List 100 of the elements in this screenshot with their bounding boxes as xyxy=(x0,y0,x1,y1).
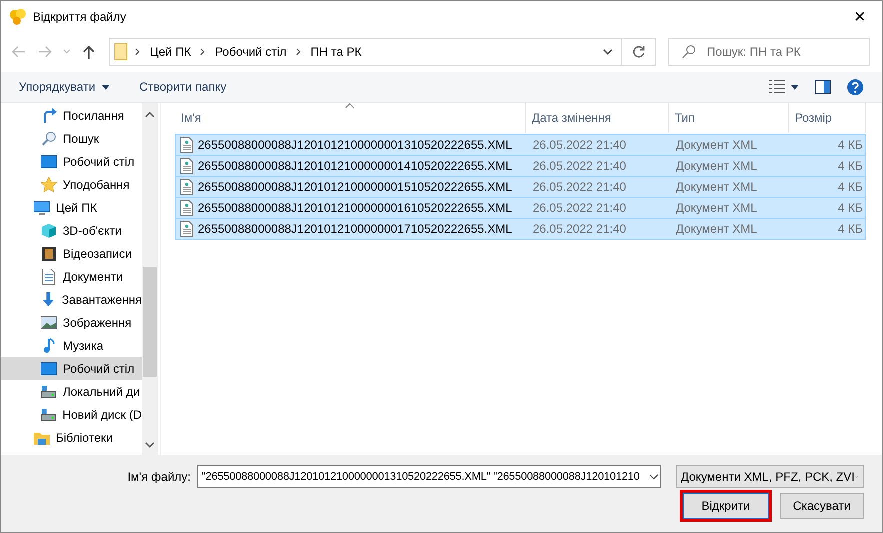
file-name: 26550088000088J1201012100000001610520222655.XML xyxy=(198,201,512,215)
app-icon xyxy=(9,8,27,26)
file-size: 4 КБ xyxy=(837,201,864,215)
nav-item[interactable]: Музика xyxy=(1,334,142,357)
music-note-icon xyxy=(41,338,57,354)
organize-button[interactable]: Упорядкувати xyxy=(11,76,118,98)
nav-item[interactable]: Робочий стіл xyxy=(1,357,142,380)
filename-field[interactable]: "26550088000088J1201012100000001310520222655.XML" "26550088000088J120101210 xyxy=(197,465,661,488)
file-row[interactable]: 26550088000088J1201012100000001610520222655.XML 26.05.2022 21:40 Документ XML 4 КБ xyxy=(175,197,866,219)
nav-label: Бібліотеки xyxy=(56,430,113,444)
file-type: Документ XML xyxy=(675,159,758,173)
nav-item[interactable]: Цей ПК xyxy=(1,196,142,219)
caret-icon xyxy=(63,49,71,55)
xml-file-icon xyxy=(180,200,194,216)
scroll-down-icon[interactable] xyxy=(145,441,155,449)
nav-item[interactable]: Уподобання xyxy=(1,173,142,196)
file-date: 26.05.2022 21:40 xyxy=(532,138,628,152)
file-size: 4 КБ xyxy=(837,138,864,152)
window-title: Відкриття файлу xyxy=(33,10,128,24)
nav-label: Посилання xyxy=(63,108,124,122)
close-button[interactable]: ✕ xyxy=(838,2,882,32)
file-row[interactable]: 26550088000088J1201012100000001310520222655.XML 26.05.2022 21:40 Документ XML 4 КБ xyxy=(175,134,866,156)
star-icon xyxy=(41,176,57,192)
nav-label: Музика xyxy=(63,338,104,352)
document-icon xyxy=(41,268,57,284)
scrollbar-thumb[interactable] xyxy=(143,267,157,377)
nav-item[interactable]: Пошук xyxy=(1,127,142,150)
column-header[interactable]: Дата змінення xyxy=(526,103,669,133)
nav-item[interactable]: Робочий стіл xyxy=(1,150,142,173)
new-folder-button[interactable]: Створити папку xyxy=(132,76,235,98)
cancel-button[interactable]: Скасувати xyxy=(780,493,864,519)
computer-icon xyxy=(34,200,50,216)
scroll-up-icon[interactable] xyxy=(145,111,155,119)
nav-label: Пошук xyxy=(63,132,100,146)
file-date: 26.05.2022 21:40 xyxy=(532,159,628,173)
file-size: 4 КБ xyxy=(837,222,864,236)
nav-item[interactable]: 3D-об'єкти xyxy=(1,219,142,242)
image-icon xyxy=(41,314,57,330)
caret-icon xyxy=(102,84,110,90)
file-size: 4 КБ xyxy=(837,180,864,194)
drive-icon xyxy=(41,384,57,400)
search-icon xyxy=(682,45,696,59)
caret-icon xyxy=(603,49,613,55)
file-name: 26550088000088J1201012100000001310520222655.XML xyxy=(198,138,512,152)
up-arrow-icon xyxy=(82,45,96,59)
file-type: Документ XML xyxy=(675,180,758,194)
list-view-icon xyxy=(769,80,785,94)
nav-label: Робочий стіл xyxy=(63,362,135,376)
nav-item[interactable]: Новий диск (D xyxy=(1,403,142,426)
xml-file-icon xyxy=(180,179,194,195)
sort-ascending-icon xyxy=(345,103,355,109)
nav-label: Завантаження xyxy=(62,292,142,306)
nav-label: Документи xyxy=(63,270,123,284)
monitor-icon xyxy=(41,154,57,170)
search-field[interactable]: Пошук: ПН та РК xyxy=(668,38,870,66)
file-type: Документ XML xyxy=(675,222,758,236)
nav-item[interactable]: Зображення xyxy=(1,311,142,334)
nav-label: Локальний ди xyxy=(63,384,140,398)
folder-icon xyxy=(114,43,128,61)
column-header[interactable]: Ім'я xyxy=(175,103,526,133)
file-row[interactable]: 26550088000088J1201012100000001510520222655.XML 26.05.2022 21:40 Документ XML 4 КБ xyxy=(175,176,866,198)
open-button[interactable]: Відкрити xyxy=(683,493,769,519)
nav-label: Новий диск (D xyxy=(62,408,142,422)
file-type-dropdown[interactable]: Документи XML, PFZ, PCK, ZVI xyxy=(676,465,864,488)
nav-item[interactable]: Локальний ди xyxy=(1,380,142,403)
caret-icon xyxy=(791,84,799,90)
xml-file-icon xyxy=(180,158,194,174)
file-name: 26550088000088J1201012100000001710520222655.XML xyxy=(198,222,512,236)
file-name: 26550088000088J1201012100000001510520222655.XML xyxy=(198,180,512,194)
breadcrumb[interactable]: Цей ПК xyxy=(148,45,194,59)
file-row[interactable]: 26550088000088J1201012100000001710520222655.XML 26.05.2022 21:40 Документ XML 4 КБ xyxy=(175,218,866,240)
film-icon xyxy=(41,246,57,262)
nav-label: Робочий стіл xyxy=(63,154,135,168)
nav-item[interactable]: Посилання xyxy=(1,104,142,127)
xml-file-icon xyxy=(180,137,194,153)
back-arrow-icon xyxy=(12,45,26,59)
column-header[interactable]: Тип xyxy=(669,103,789,133)
download-icon xyxy=(41,292,56,308)
arrow-icon xyxy=(41,108,57,124)
nav-item[interactable]: Бібліотеки xyxy=(1,426,142,449)
nav-label: Відеозаписи xyxy=(63,246,132,260)
column-header[interactable]: Розмір xyxy=(789,103,866,133)
nav-label: 3D-об'єкти xyxy=(63,224,122,238)
nav-item[interactable]: Документи xyxy=(1,265,142,288)
breadcrumb[interactable]: Робочий стіл xyxy=(213,45,289,59)
xml-file-icon xyxy=(180,221,194,237)
address-bar[interactable]: Цей ПК Робочий стіл ПН та РК xyxy=(109,38,656,66)
file-type: Документ XML xyxy=(675,201,758,215)
nav-label: Цей ПК xyxy=(56,200,98,214)
cube-icon xyxy=(41,222,57,238)
help-icon xyxy=(847,78,864,96)
nav-item[interactable]: Завантаження xyxy=(1,288,142,311)
file-row[interactable]: 26550088000088J1201012100000001410520222655.XML 26.05.2022 21:40 Документ XML 4 КБ xyxy=(175,155,866,177)
file-date: 26.05.2022 21:40 xyxy=(532,201,628,215)
breadcrumb[interactable]: ПН та РК xyxy=(308,45,364,59)
file-name: 26550088000088J1201012100000001410520222655.XML xyxy=(198,159,512,173)
file-date: 26.05.2022 21:40 xyxy=(532,222,628,236)
nav-label: Зображення xyxy=(63,316,132,330)
nav-item[interactable]: Відеозаписи xyxy=(1,242,142,265)
forward-arrow-icon xyxy=(38,45,52,59)
